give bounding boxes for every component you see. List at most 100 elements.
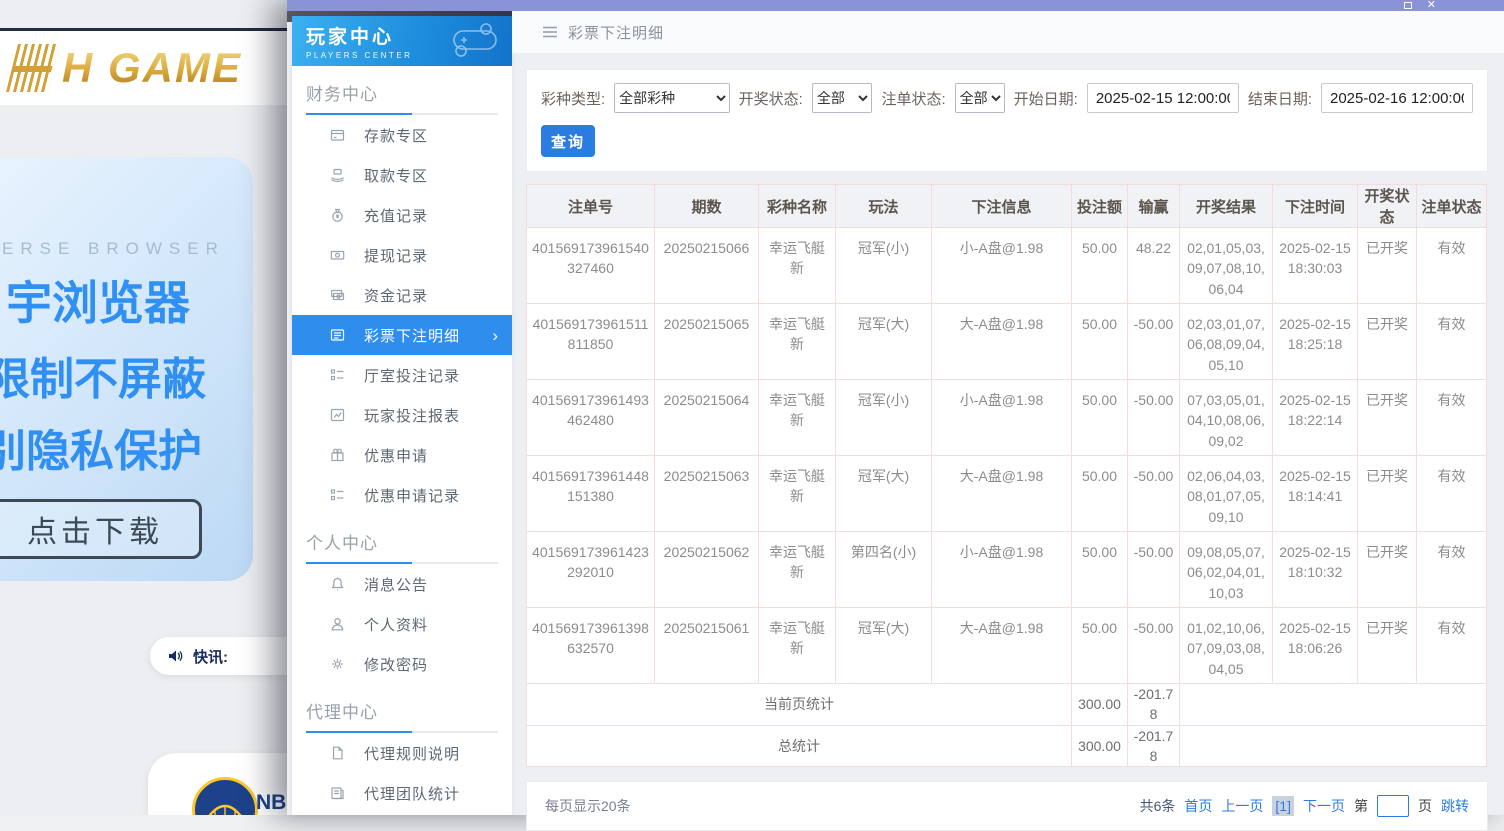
table-cell: 幸运飞艇新 xyxy=(759,228,836,304)
banknote-icon xyxy=(328,247,346,263)
end-date-input[interactable] xyxy=(1321,83,1473,113)
document-icon xyxy=(328,745,346,761)
table-cell: 已开奖 xyxy=(1358,608,1417,684)
sidebar-item-取款专区[interactable]: 取款专区 xyxy=(292,155,512,195)
sidebar-item-优惠申请记录[interactable]: 优惠申请记录 xyxy=(292,475,512,515)
first-page-link[interactable]: 首页 xyxy=(1184,796,1212,816)
list-icon xyxy=(328,327,346,343)
lottery-type-select[interactable]: 全部彩种 xyxy=(614,83,730,113)
table-cell: 50.00 xyxy=(1072,228,1128,304)
background-page: H GAME ERSE BROWSER 宇浏览器 限制不屏蔽 别隐私保护 点击下… xyxy=(0,0,287,815)
funds-icon xyxy=(328,287,346,303)
sidebar-item-label: 资金记录 xyxy=(364,285,428,306)
end-date-label: 结束日期: xyxy=(1248,88,1312,109)
sidebar-item-充值记录[interactable]: 充值记录 xyxy=(292,195,512,235)
table-cell: 20250215062 xyxy=(655,532,759,608)
sidebar-item-个人资料[interactable]: 个人资料 xyxy=(292,604,512,644)
sidebar-item-消息公告[interactable]: 消息公告 xyxy=(292,564,512,604)
site-header: H GAME xyxy=(0,31,287,105)
speaker-icon xyxy=(166,648,184,664)
table-cell: 幸运飞艇新 xyxy=(759,304,836,380)
table-cell: 幸运飞艇新 xyxy=(759,532,836,608)
sidebar-item-优惠申请[interactable]: 优惠申请 xyxy=(292,435,512,475)
list-check-icon xyxy=(328,367,346,383)
sidebar-item-label: 提现记录 xyxy=(364,245,428,266)
column-header: 注单号 xyxy=(527,185,655,228)
sidebar-item-label: 充值记录 xyxy=(364,205,428,226)
order-status-label: 注单状态: xyxy=(881,88,945,109)
sidebar-item-代理规则说明[interactable]: 代理规则说明 xyxy=(292,733,512,773)
sidebar: 玩家中心 PLAYERS CENTER 财务中心存款专区取款专区充值记录提现记录… xyxy=(292,16,512,815)
next-page-link[interactable]: 下一页 xyxy=(1303,796,1345,816)
sidebar-item-label: 代理规则说明 xyxy=(364,743,460,764)
table-header-row: 注单号期数彩种名称玩法下注信息投注额输赢开奖结果下注时间开奖状态注单状态 xyxy=(527,185,1487,228)
sidebar-item-资金记录[interactable]: 资金记录 xyxy=(292,275,512,315)
window-titlebar: ✕ xyxy=(287,0,1504,11)
table-cell: 已开奖 xyxy=(1358,532,1417,608)
draw-status-label: 开奖状态: xyxy=(739,88,803,109)
menu-toggle-icon[interactable] xyxy=(542,25,558,39)
gamepad-icon xyxy=(446,21,504,64)
sidebar-item-修改密码[interactable]: 修改密码 xyxy=(292,644,512,684)
table-row: 40156917396149346248020250215064幸运飞艇新冠军(… xyxy=(527,380,1487,456)
table-cell: 401569173961448151380 xyxy=(527,456,655,532)
table-cell: 冠军(小) xyxy=(836,380,932,456)
summary-label: 当前页统计 xyxy=(527,684,1072,726)
jump-suffix: 页 xyxy=(1418,796,1432,816)
table-row: 40156917396154032746020250215066幸运飞艇新冠军(… xyxy=(527,228,1487,304)
table-cell: 09,08,05,07,06,02,04,01,10,03 xyxy=(1180,532,1273,608)
jump-button[interactable]: 跳转 xyxy=(1441,796,1469,816)
table-cell: 已开奖 xyxy=(1358,456,1417,532)
news-icon xyxy=(328,785,346,801)
sidebar-item-提现记录[interactable]: 提现记录 xyxy=(292,235,512,275)
summary-label: 总统计 xyxy=(527,725,1072,767)
table-cell: 20250215061 xyxy=(655,608,759,684)
summary-win-loss: -201.78 xyxy=(1128,725,1180,767)
deposit-card-icon xyxy=(328,127,346,143)
hhgame-logo-stripes xyxy=(6,44,60,92)
table-cell: 2025-02-15 18:06:26 xyxy=(1273,608,1358,684)
table-cell: 02,06,04,03,08,01,07,05,09,10 xyxy=(1180,456,1273,532)
sidebar-item-玩家投注报表[interactable]: 玩家投注报表 xyxy=(292,395,512,435)
summary-row: 总统计300.00-201.78 xyxy=(527,725,1487,767)
moneybag-icon xyxy=(328,207,346,223)
sidebar-item-label: 玩家投注报表 xyxy=(364,405,460,426)
table-cell: 冠军(大) xyxy=(836,304,932,380)
order-status-select[interactable]: 全部 xyxy=(955,83,1005,113)
chevron-right-icon: › xyxy=(492,327,498,344)
table-cell: 有效 xyxy=(1417,456,1487,532)
close-icon[interactable]: ✕ xyxy=(1427,0,1436,11)
sidebar-item-label: 消息公告 xyxy=(364,574,428,595)
filter-panel: 彩种类型: 全部彩种 开奖状态: 全部 注单状态: 全部 开始日期: 结束日期:… xyxy=(526,69,1488,172)
banner-line2: 限制不屏蔽 xyxy=(0,343,253,407)
draw-status-select[interactable]: 全部 xyxy=(812,83,873,113)
table-cell: -50.00 xyxy=(1128,532,1180,608)
user-icon xyxy=(328,616,346,632)
team-logo-icon xyxy=(192,777,258,815)
sidebar-item-厅室投注记录[interactable]: 厅室投注记录 xyxy=(292,355,512,395)
download-button[interactable]: 点击下载 xyxy=(0,499,202,559)
start-date-input[interactable] xyxy=(1087,83,1239,113)
table-cell: 401569173961423292010 xyxy=(527,532,655,608)
sidebar-item-代理团队统计[interactable]: 代理团队统计 xyxy=(292,773,512,813)
table-cell: 50.00 xyxy=(1072,456,1128,532)
list-check-icon xyxy=(328,487,346,503)
summary-bet-total: 300.00 xyxy=(1072,725,1128,767)
maximize-icon[interactable] xyxy=(1404,2,1412,9)
ticker-label: 快讯: xyxy=(193,646,228,667)
sidebar-item-存款专区[interactable]: 存款专区 xyxy=(292,115,512,155)
table-cell: 已开奖 xyxy=(1358,304,1417,380)
table-cell: 大-A盘@1.98 xyxy=(932,456,1072,532)
sidebar-item-彩票下注明细[interactable]: 彩票下注明细› xyxy=(292,315,512,355)
table-cell: 小-A盘@1.98 xyxy=(932,228,1072,304)
table-cell: 07,03,05,01,04,10,08,06,09,02 xyxy=(1180,380,1273,456)
sidebar-item-label: 修改密码 xyxy=(364,654,428,675)
sidebar-header: 玩家中心 PLAYERS CENTER xyxy=(292,16,512,66)
table-cell: 已开奖 xyxy=(1358,228,1417,304)
page-number-input[interactable] xyxy=(1377,795,1409,817)
query-button[interactable]: 查询 xyxy=(541,125,595,157)
sidebar-item-label: 代理团队统计 xyxy=(364,783,460,804)
table-cell: 大-A盘@1.98 xyxy=(932,608,1072,684)
table-cell: -50.00 xyxy=(1128,456,1180,532)
prev-page-link[interactable]: 上一页 xyxy=(1221,796,1263,816)
